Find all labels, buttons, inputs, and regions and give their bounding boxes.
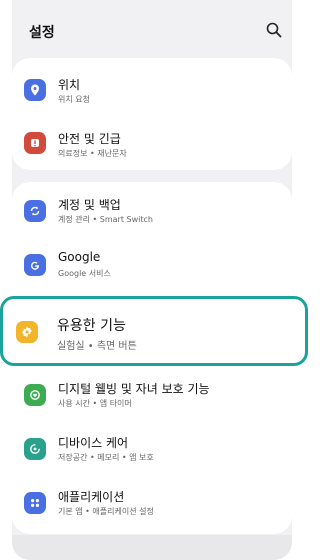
item-sub: 저장공간 • 메모리 • 앱 보호 bbox=[58, 453, 154, 462]
item-label: 디바이스 케어 bbox=[58, 436, 129, 450]
settings-item-google[interactable]: Google Google 서비스 bbox=[12, 240, 292, 296]
star-gear-icon bbox=[16, 321, 38, 343]
settings-item-account-backup[interactable]: 계정 및 백업 계정 관리 • Smart Switch bbox=[12, 182, 292, 238]
bottom-card-edge bbox=[12, 535, 292, 560]
location-pin-icon bbox=[24, 79, 46, 101]
settings-item-device-care[interactable]: 디바이스 케어 저장공간 • 메모리 • 앱 보호 bbox=[12, 426, 292, 482]
item-sub: 계정 관리 • Smart Switch bbox=[58, 215, 153, 224]
settings-item-digital-wellbeing[interactable]: 디지털 웰빙 및 자녀 보호 기능 사용 시간 • 앱 타이머 bbox=[12, 368, 292, 424]
settings-item-safety[interactable]: 안전 및 긴급 의료정보 • 재난문자 bbox=[12, 114, 292, 170]
item-label: Google bbox=[58, 250, 101, 264]
item-label: 계정 및 백업 bbox=[58, 198, 121, 212]
item-sub: 기본 앱 • 애플리케이션 설정 bbox=[58, 507, 154, 516]
item-sub: 의료정보 • 재난문자 bbox=[58, 149, 127, 158]
settings-item-applications[interactable]: 애플리케이션 기본 앱 • 애플리케이션 설정 bbox=[12, 482, 292, 538]
item-label: 안전 및 긴급 bbox=[58, 132, 121, 146]
google-icon bbox=[24, 254, 46, 276]
item-sub: 실험실 • 측면 버튼 bbox=[57, 341, 137, 352]
item-label: 위치 bbox=[58, 78, 81, 92]
refresh-circle-icon bbox=[24, 438, 46, 460]
heart-circle-icon bbox=[24, 384, 46, 406]
settings-item-location[interactable]: 위치 위치 요청 bbox=[12, 58, 292, 114]
sync-icon bbox=[24, 200, 46, 222]
alert-icon bbox=[24, 132, 46, 154]
item-sub: 위치 요청 bbox=[58, 95, 90, 104]
item-sub: Google 서비스 bbox=[58, 269, 111, 278]
settings-screen: 설정 위치 위치 요청 안전 및 긴급 의료정보 • 재난문자 계정 및 백업 bbox=[12, 0, 292, 560]
item-sub: 사용 시간 • 앱 타이머 bbox=[58, 399, 132, 408]
settings-item-useful-features[interactable]: 유용한 기능 실험실 • 측면 버튼 bbox=[0, 296, 308, 366]
item-label: 유용한 기능 bbox=[57, 318, 126, 334]
settings-card-1: 위치 위치 요청 안전 및 긴급 의료정보 • 재난문자 bbox=[12, 58, 292, 170]
item-label: 디지털 웰빙 및 자녀 보호 기능 bbox=[58, 382, 210, 396]
page-title: 설정 bbox=[29, 25, 55, 41]
search-icon[interactable] bbox=[266, 22, 282, 38]
header: 설정 bbox=[12, 0, 292, 60]
item-label: 애플리케이션 bbox=[58, 490, 125, 504]
apps-grid-icon bbox=[24, 492, 46, 514]
